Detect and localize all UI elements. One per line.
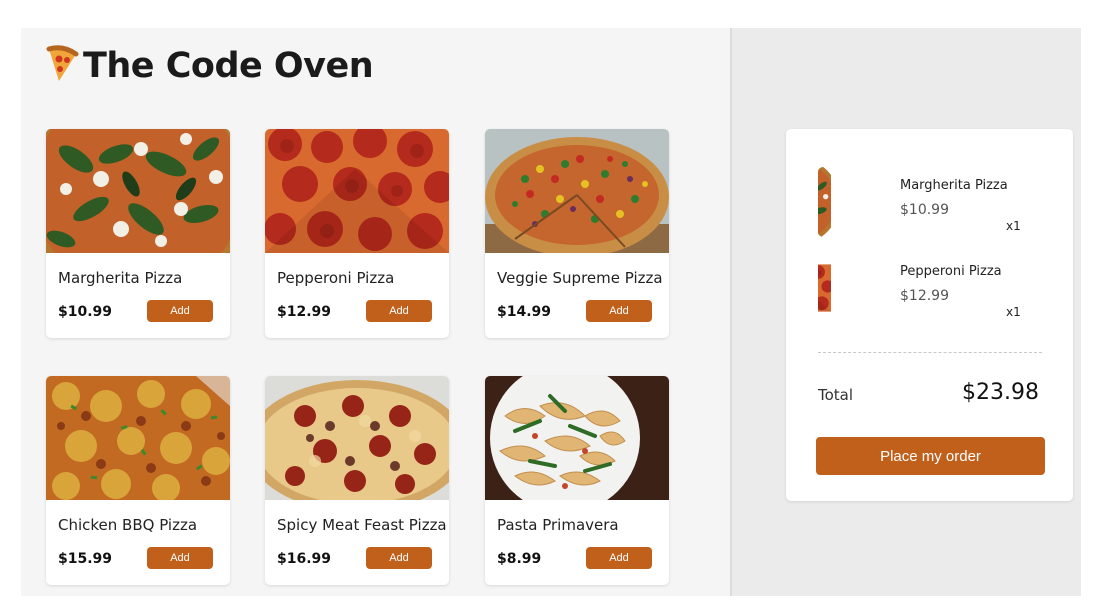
cart-item-quantity: x1: [1006, 219, 1021, 233]
menu-item-card: Chicken BBQ Pizza $15.99 Add: [46, 376, 230, 585]
menu-item-card: Veggie Supreme Pizza $14.99 Add: [485, 129, 669, 338]
menu-item-price: $15.99: [58, 551, 113, 567]
total-value: $23.98: [962, 380, 1039, 405]
add-spicy-meat-feast-button[interactable]: Add: [366, 547, 432, 569]
cart-item: Pepperoni Pizza $12.99 x1: [818, 253, 1048, 323]
cart-item-thumbnail: [818, 167, 888, 237]
menu-item-price: $8.99: [497, 551, 542, 567]
menu-item-name: Margherita Pizza: [58, 269, 183, 287]
add-margherita-button[interactable]: Add: [147, 300, 213, 322]
cart-item-name: Margherita Pizza: [900, 178, 1008, 193]
menu-item-card: Pasta Primavera $8.99 Add: [485, 376, 669, 585]
pepperoni-pizza-image: [265, 129, 449, 253]
menu-item-price: $16.99: [277, 551, 332, 567]
spicy-meat-feast-pizza-image: [265, 376, 449, 500]
menu-item-card: Spicy Meat Feast Pizza $16.99 Add: [265, 376, 449, 585]
menu-item-name: Chicken BBQ Pizza: [58, 516, 198, 534]
menu-item-name: Pepperoni Pizza: [277, 269, 395, 287]
cart-item-thumbnail: [818, 253, 888, 323]
margherita-pizza-image: [46, 129, 230, 253]
menu-item-name: Spicy Meat Feast Pizza: [277, 516, 447, 534]
place-order-button[interactable]: Place my order: [816, 437, 1045, 475]
menu-item-name: Pasta Primavera: [497, 516, 619, 534]
menu-item-card: Margherita Pizza $10.99 Add: [46, 129, 230, 338]
menu-item-price: $10.99: [58, 304, 113, 320]
cart-item-price: $12.99: [900, 288, 949, 304]
veggie-pizza-image: [485, 129, 669, 253]
menu-item-price: $12.99: [277, 304, 332, 320]
cart-item: Margherita Pizza $10.99 x1: [818, 167, 1048, 237]
pizza-slice-icon: [45, 45, 79, 87]
cart-item-quantity: x1: [1006, 305, 1021, 319]
chicken-bbq-pizza-image: [46, 376, 230, 500]
cart-card: Margherita Pizza $10.99 x1 Pepperoni Piz…: [786, 129, 1073, 501]
cart-item-name: Pepperoni Pizza: [900, 264, 1002, 279]
add-pepperoni-button[interactable]: Add: [366, 300, 432, 322]
add-chicken-bbq-button[interactable]: Add: [147, 547, 213, 569]
cart-divider: [818, 352, 1042, 353]
add-veggie-button[interactable]: Add: [586, 300, 652, 322]
cart-item-price: $10.99: [900, 202, 949, 218]
total-label: Total: [818, 386, 854, 404]
page-header: The Code Oven: [45, 44, 374, 88]
page-title: The Code Oven: [83, 46, 374, 86]
add-pasta-primavera-button[interactable]: Add: [586, 547, 652, 569]
menu-item-name: Veggie Supreme Pizza: [497, 269, 663, 287]
menu-item-card: Pepperoni Pizza $12.99 Add: [265, 129, 449, 338]
pasta-primavera-image: [485, 376, 669, 500]
menu-item-price: $14.99: [497, 304, 552, 320]
